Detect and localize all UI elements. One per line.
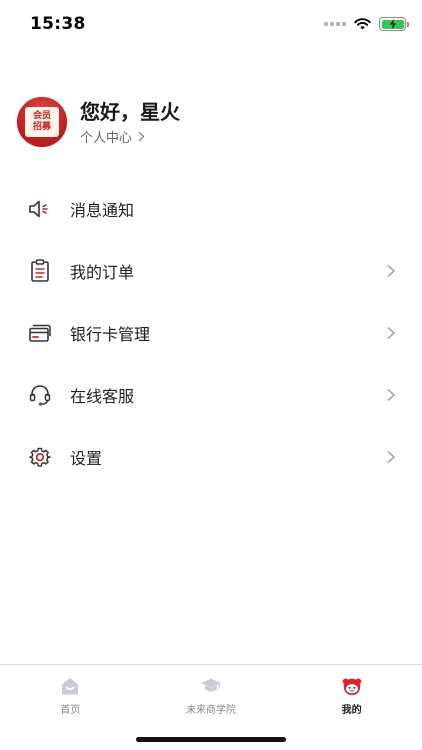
avatar-text-2: 招募 (32, 122, 51, 132)
battery-icon (379, 17, 409, 31)
chevron-right-icon (387, 450, 396, 464)
chevron-right-icon (387, 264, 396, 278)
avatar[interactable]: 会员 招募 (16, 96, 68, 148)
menu-label-orders: 我的订单 (70, 263, 135, 282)
status-time: 15:38 (30, 14, 86, 34)
bank-card-icon (28, 321, 52, 345)
menu-item-bank-cards[interactable]: 银行卡管理 (0, 302, 422, 364)
tab-bar: 首页 未来商学院 我的 (0, 664, 422, 750)
greeting: 您好，星火 (80, 99, 180, 124)
tab-label-mine: 我的 (341, 705, 362, 716)
tab-academy[interactable]: 未来商学院 (141, 665, 282, 721)
chevron-right-icon (387, 326, 396, 340)
home-icon (59, 675, 81, 697)
headset-icon (28, 383, 52, 407)
avatar-card: 会员 招募 (25, 107, 59, 137)
menu-item-customer-service[interactable]: 在线客服 (0, 364, 422, 426)
personal-center-label: 个人中心 (80, 130, 133, 146)
tab-mine[interactable]: 我的 (281, 665, 422, 721)
menu-label-bank-cards: 银行卡管理 (70, 325, 151, 344)
tab-label-academy: 未来商学院 (186, 705, 236, 716)
wifi-icon (354, 18, 371, 30)
mascot-icon (341, 675, 363, 697)
home-indicator (136, 737, 286, 742)
profile-header[interactable]: 会员 招募 您好，星火 个人中心 (16, 92, 406, 152)
menu-list: 消息通知 我的订单 银行卡管理 在线客服 设置 (0, 178, 422, 488)
chevron-right-icon (138, 131, 145, 141)
cellular-signal-icon (324, 22, 346, 26)
tab-home[interactable]: 首页 (0, 665, 141, 721)
status-icons (324, 17, 409, 31)
avatar-text-1: 会员 (32, 111, 51, 121)
menu-label-notifications: 消息通知 (70, 201, 135, 220)
charging-bolt-icon (389, 19, 396, 29)
status-bar: 15:38 (0, 0, 422, 48)
personal-center-link[interactable]: 个人中心 (80, 127, 180, 146)
clipboard-icon (28, 259, 52, 283)
chevron-right-icon (387, 388, 396, 402)
graduation-cap-icon (200, 675, 222, 697)
menu-label-customer-service: 在线客服 (70, 387, 135, 406)
menu-item-notifications[interactable]: 消息通知 (0, 178, 422, 240)
tab-label-home: 首页 (60, 705, 81, 716)
speaker-icon (28, 197, 52, 221)
gear-icon (28, 445, 52, 469)
menu-item-orders[interactable]: 我的订单 (0, 240, 422, 302)
menu-item-settings[interactable]: 设置 (0, 426, 422, 488)
menu-label-settings: 设置 (70, 449, 103, 468)
